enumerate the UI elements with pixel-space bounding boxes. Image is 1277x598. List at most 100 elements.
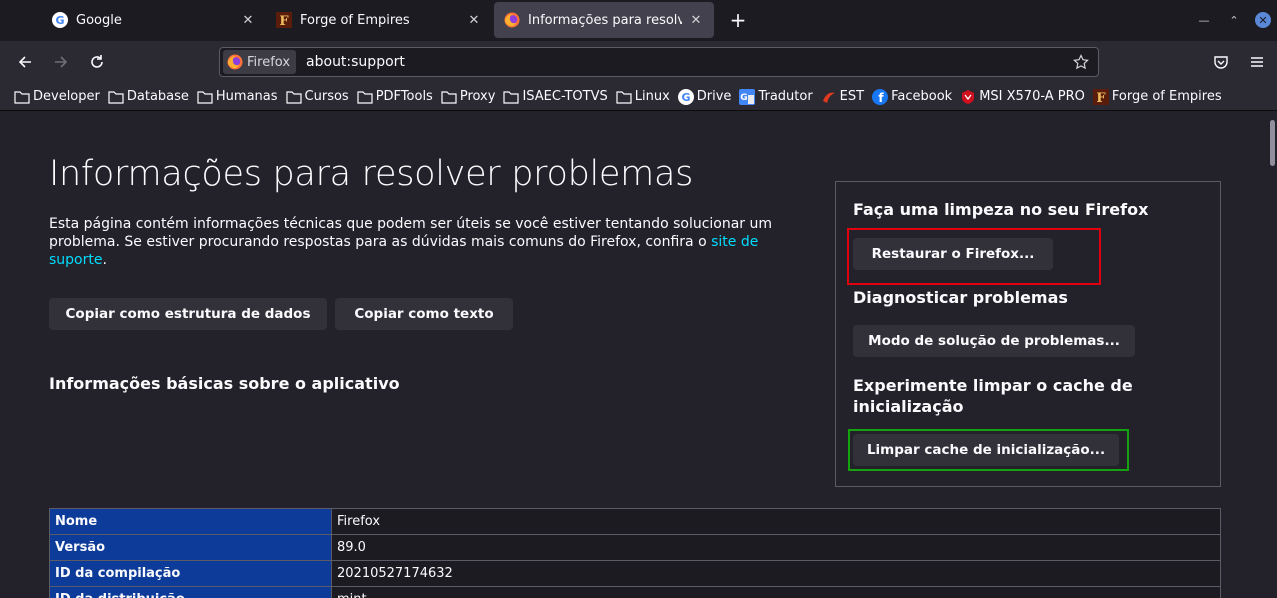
row-value: mint (331, 586, 1221, 598)
bookmark-msi[interactable]: MSI X570-A PRO (960, 89, 1085, 105)
pocket-icon[interactable] (1209, 50, 1233, 74)
folder-icon (197, 89, 213, 105)
section-title-basic-info: Informações básicas sobre o aplicativo (49, 374, 400, 393)
row-key: Nome (49, 508, 332, 535)
navigation-toolbar: Firefox about:support (0, 41, 1277, 83)
firefox-icon (227, 54, 243, 70)
bookmark-label: EST (839, 89, 865, 104)
new-tab-button[interactable]: + (726, 8, 750, 32)
hamburger-menu-icon[interactable] (1245, 50, 1269, 74)
table-row: Versão 89.0 (49, 534, 1221, 561)
url-input[interactable]: about:support (306, 54, 1070, 70)
bookmark-est[interactable]: EST (821, 89, 864, 105)
scrollbar-thumb[interactable] (1270, 120, 1275, 166)
bookmarks-toolbar: Developer Database Humanas Cursos PDFToo… (0, 83, 1277, 111)
facebook-icon: f (872, 88, 889, 105)
bookmark-label: Tradutor (758, 89, 813, 104)
row-key: ID da distribuição (49, 586, 332, 598)
diagnose-heading: Diagnosticar problemas (853, 288, 1068, 307)
bookmark-label: Linux (634, 89, 670, 104)
tab-title: Google (76, 12, 122, 28)
intro-text: Esta página contém informações técnicas … (49, 216, 773, 250)
row-key: ID da compilação (49, 560, 332, 587)
bookmark-forge-of-empires[interactable]: F Forge of Empires (1092, 88, 1222, 105)
table-row: ID da compilação 20210527174632 (49, 560, 1221, 587)
svg-text:G: G (55, 14, 64, 27)
copy-raw-data-button[interactable]: Copiar como estrutura de dados (49, 298, 327, 330)
refresh-firefox-button[interactable]: Restaurar o Firefox... (853, 238, 1053, 270)
folder-icon (357, 89, 373, 105)
bookmark-folder-linux[interactable]: Linux (616, 89, 670, 105)
tab-strip: G Google ✕ F Forge of Empires ✕ Informaç… (0, 0, 1277, 41)
msi-icon (960, 89, 976, 105)
bookmark-folder-developer[interactable]: Developer (14, 89, 100, 105)
maximize-icon[interactable]: ⌃ (1226, 12, 1242, 28)
bookmark-label: Database (126, 89, 189, 104)
folder-icon (441, 89, 457, 105)
app-basics-table: Nome Firefox Versão 89.0 ID da compilaçã… (49, 508, 1221, 598)
page-scrollbar[interactable] (1268, 112, 1277, 598)
intro-end: . (102, 252, 107, 268)
bookmark-drive[interactable]: G Drive (677, 88, 732, 105)
url-bar[interactable]: Firefox about:support (219, 47, 1099, 77)
bookmark-folder-database[interactable]: Database (108, 89, 189, 105)
folder-icon (108, 89, 124, 105)
bookmark-label: Drive (696, 89, 732, 104)
table-row: ID da distribuição mint (49, 586, 1221, 598)
bookmark-label: Cursos (304, 89, 349, 104)
identity-label: Firefox (247, 54, 291, 70)
translate-icon: G (739, 88, 756, 105)
clear-startup-cache-button[interactable]: Limpar cache de inicialização... (853, 434, 1119, 466)
forge-of-empires-icon: F (276, 12, 292, 28)
folder-icon (616, 89, 632, 105)
tab-title: Informações para resolver p (528, 12, 682, 28)
back-arrow-icon[interactable] (13, 50, 37, 74)
close-tab-icon[interactable]: ✕ (240, 12, 256, 28)
page-title: Informações para resolver problemas (49, 154, 694, 194)
folder-icon (503, 89, 520, 105)
page-content: Informações para resolver problemas Esta… (0, 112, 1268, 598)
reload-icon[interactable] (85, 50, 109, 74)
bookmark-label: Humanas (215, 89, 278, 104)
tab-title: Forge of Empires (300, 12, 410, 28)
folder-icon (285, 89, 302, 105)
intro-paragraph: Esta página contém informações técnicas … (49, 215, 809, 269)
bookmark-folder-humanas[interactable]: Humanas (197, 89, 278, 105)
table-row: Nome Firefox (49, 508, 1221, 535)
bookmark-tradutor[interactable]: G Tradutor (739, 88, 813, 105)
bookmark-label: MSI X570-A PRO (979, 89, 1085, 104)
cache-heading: Experimente limpar o cache de inicializa… (853, 376, 1133, 416)
bookmark-star-icon[interactable] (1070, 51, 1092, 73)
row-key: Versão (49, 534, 332, 561)
svg-text:F: F (279, 14, 289, 28)
bookmark-folder-isaec-totvs[interactable]: ISAEC-TOTVS (503, 89, 608, 105)
bookmark-folder-cursos[interactable]: Cursos (285, 89, 349, 105)
svg-text:F: F (1096, 91, 1106, 105)
bookmark-folder-proxy[interactable]: Proxy (441, 89, 496, 105)
row-value: 89.0 (331, 534, 1221, 561)
close-window-icon[interactable]: ✕ (1255, 12, 1271, 28)
folder-icon (14, 89, 30, 105)
copy-text-button[interactable]: Copiar como texto (335, 298, 513, 330)
tab-forge-of-empires[interactable]: F Forge of Empires ✕ (266, 2, 492, 38)
tab-support[interactable]: Informações para resolver p ✕ (494, 2, 714, 38)
firefox-icon (504, 12, 520, 28)
forge-of-empires-icon: F (1092, 88, 1109, 105)
bookmark-facebook[interactable]: f Facebook (872, 88, 952, 105)
row-value: Firefox (331, 508, 1221, 535)
svg-text:G: G (741, 93, 748, 103)
bookmark-label: Proxy (459, 89, 496, 104)
bookmark-label: Developer (33, 89, 100, 104)
close-tab-icon[interactable]: ✕ (466, 12, 482, 28)
forward-arrow-icon[interactable] (49, 50, 73, 74)
troubleshoot-mode-button[interactable]: Modo de solução de problemas... (853, 325, 1135, 357)
bookmark-label: ISAEC-TOTVS (522, 89, 608, 104)
tab-google[interactable]: G Google ✕ (42, 2, 266, 38)
google-icon: G (677, 88, 694, 105)
bookmark-folder-pdftools[interactable]: PDFTools (357, 89, 433, 105)
close-tab-icon[interactable]: ✕ (688, 12, 704, 28)
minimize-icon[interactable]: — (1196, 12, 1212, 28)
identity-box[interactable]: Firefox (223, 50, 297, 74)
google-icon: G (52, 12, 68, 28)
est-icon (821, 89, 837, 105)
